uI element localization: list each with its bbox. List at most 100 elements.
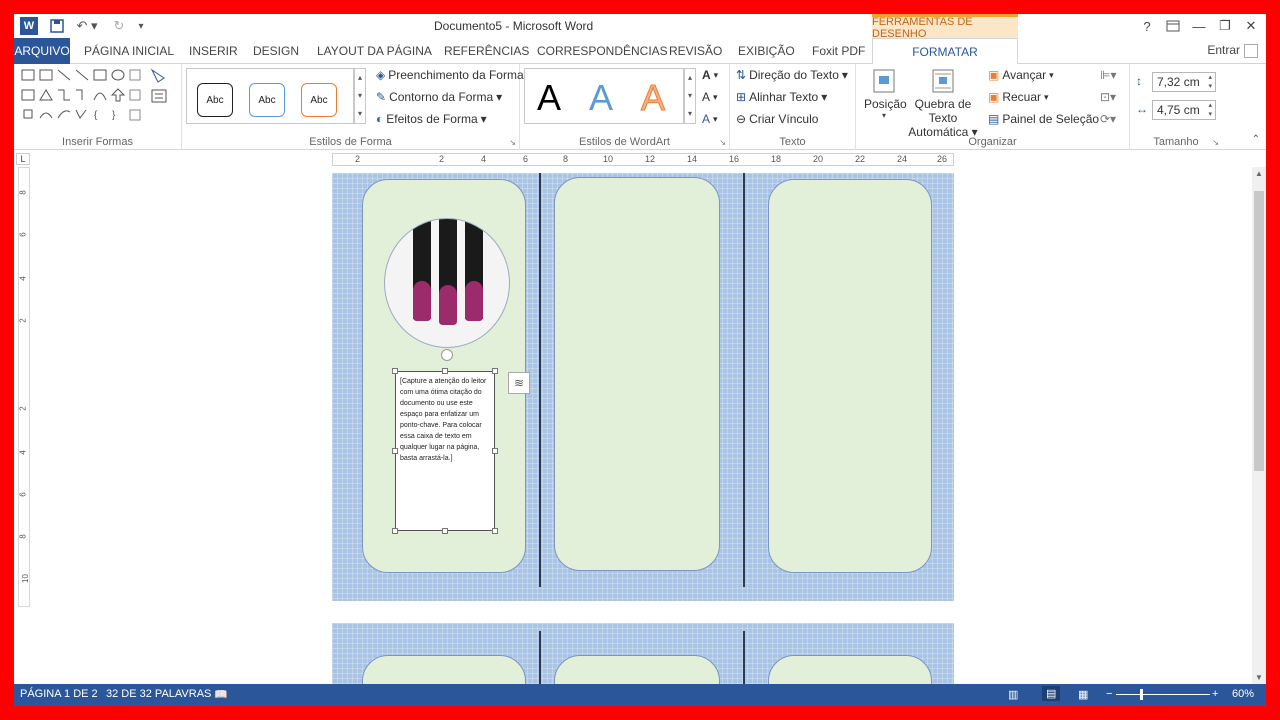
tab-referencias[interactable]: REFERÊNCIAS xyxy=(444,38,529,64)
wordart-dialog-launcher-icon[interactable]: ↘ xyxy=(719,138,726,147)
text-direction-button[interactable]: ⇅ Direção do Texto ▾ xyxy=(736,68,848,82)
close-button[interactable]: ✕ xyxy=(1238,16,1264,36)
resize-handle[interactable] xyxy=(492,368,498,374)
shape-fill-button[interactable]: ◈ Preenchimento da Forma▾ xyxy=(376,68,533,82)
resize-handle[interactable] xyxy=(492,528,498,534)
brochure-panel-middle[interactable] xyxy=(554,655,720,684)
proofing-icon[interactable]: 📖 xyxy=(214,688,228,701)
tab-exibicao[interactable]: EXIBIÇÃO xyxy=(738,38,795,64)
sign-in-link[interactable]: Entrar xyxy=(1207,43,1240,57)
bring-forward-label: Avançar xyxy=(1002,68,1047,82)
wordart-style-black[interactable]: A xyxy=(537,77,561,119)
zoom-slider[interactable] xyxy=(1116,694,1210,695)
account-icon[interactable] xyxy=(1244,44,1258,58)
shape-style-2[interactable]: Abc xyxy=(249,83,285,117)
dialog-launcher-icon[interactable]: ↘ xyxy=(509,138,516,147)
group-objects-icon[interactable]: ⊡▾ xyxy=(1100,90,1116,104)
vertical-ruler[interactable]: 8 6 4 2 2 4 6 8 10 xyxy=(18,167,30,607)
rotate-objects-icon[interactable]: ⟳▾ xyxy=(1100,112,1116,126)
position-button[interactable]: Posição ▾ xyxy=(864,68,907,128)
tab-layout-da-pagina[interactable]: LAYOUT DA PÁGINA xyxy=(317,38,432,64)
resize-handle[interactable] xyxy=(392,368,398,374)
align-objects-icon[interactable]: ⊫▾ xyxy=(1100,68,1116,82)
shapes-gallery-icon[interactable]: { } xyxy=(20,68,152,126)
group-organizar: Posição ▾ Quebra de Texto Automática ▾ ▣… xyxy=(856,64,1130,150)
wordart-scroll-icon[interactable]: ▴ ▾ ▾ xyxy=(684,68,696,124)
tab-revisao[interactable]: REVISÃO xyxy=(669,38,722,64)
zoom-in-button[interactable]: + xyxy=(1212,688,1218,700)
page-count[interactable]: PÁGINA 1 DE 2 xyxy=(20,688,98,700)
print-layout-icon[interactable]: ▤ xyxy=(1042,686,1061,701)
save-icon[interactable] xyxy=(48,17,66,35)
restore-button[interactable]: ❐ xyxy=(1212,16,1238,36)
tab-arquivo[interactable]: ARQUIVO xyxy=(14,38,70,64)
resize-handle[interactable] xyxy=(442,528,448,534)
text-outline-icon[interactable]: A ▾ xyxy=(702,90,718,104)
shape-styles-gallery: Abc Abc Abc xyxy=(186,68,354,124)
selection-pane-button[interactable]: ▤ Painel de Seleção xyxy=(988,112,1099,126)
redo-icon[interactable]: ↻ xyxy=(110,17,128,35)
layout-options-icon[interactable]: ≋ xyxy=(508,372,530,394)
height-spinner-icon[interactable]: ▴ ▾ xyxy=(1208,73,1212,91)
resize-handle[interactable] xyxy=(392,448,398,454)
collapse-ribbon-icon[interactable]: ⌃ xyxy=(1252,134,1260,145)
wordart-style-blue[interactable]: A xyxy=(589,77,613,119)
edit-shape-icon[interactable] xyxy=(150,68,174,108)
shape-effects-button[interactable]: ◐ Efeitos de Forma ▾ xyxy=(376,112,487,126)
shape-style-3[interactable]: Abc xyxy=(301,83,337,117)
zoom-level[interactable]: 60% xyxy=(1232,688,1254,700)
shape-style-1[interactable]: Abc xyxy=(197,83,233,117)
quote-text-box[interactable]: [Capture a atenção do leitor com uma óti… xyxy=(395,371,495,531)
rotate-handle-icon[interactable] xyxy=(441,349,453,361)
brochure-panel-right[interactable] xyxy=(768,179,932,573)
read-mode-icon[interactable]: ▥ xyxy=(1008,688,1018,701)
page-1[interactable]: [Capture a atenção do leitor com uma óti… xyxy=(332,173,954,601)
create-link-button[interactable]: ⊖ Criar Vínculo xyxy=(736,112,818,126)
scroll-down-icon[interactable]: ▼ xyxy=(1255,673,1263,682)
page-2[interactable] xyxy=(332,623,954,684)
shape-outline-button[interactable]: ✎ Contorno da Forma ▾ xyxy=(376,90,502,104)
send-backward-button[interactable]: ▣ Recuar ▾ xyxy=(988,90,1049,104)
gallery-scroll-icon[interactable]: ▴ ▾ ▾ xyxy=(354,68,366,124)
align-text-button[interactable]: ⊞ Alinhar Texto ▾ xyxy=(736,90,827,104)
brochure-panel-left[interactable] xyxy=(362,655,526,684)
help-button[interactable]: ? xyxy=(1134,16,1160,36)
tab-inserir[interactable]: INSERIR xyxy=(189,38,238,64)
quote-text[interactable]: [Capture a atenção do leitor com uma óti… xyxy=(400,376,490,464)
tab-design[interactable]: DESIGN xyxy=(253,38,299,64)
scrollbar-thumb[interactable] xyxy=(1254,191,1264,471)
brochure-panel-right[interactable] xyxy=(768,655,932,684)
size-dialog-launcher-icon[interactable]: ↘ xyxy=(1212,138,1219,147)
bring-forward-button[interactable]: ▣ Avançar ▾ xyxy=(988,68,1054,82)
undo-icon[interactable]: ↶ ▾ xyxy=(74,17,100,35)
word-count[interactable]: 32 DE 32 PALAVRAS xyxy=(106,688,211,700)
tab-foxit-pdf[interactable]: Foxit PDF xyxy=(812,38,865,64)
lipstick-photo[interactable] xyxy=(384,218,510,348)
web-layout-icon[interactable]: ▦ xyxy=(1078,688,1088,701)
text-effects-icon[interactable]: A ▾ xyxy=(702,112,718,126)
scroll-up-icon[interactable]: ▲ xyxy=(1255,169,1263,178)
width-spinner-icon[interactable]: ▴ ▾ xyxy=(1208,101,1212,119)
wrap-text-button[interactable]: Quebra de Texto Automática ▾ xyxy=(900,68,986,139)
ribbon-display-options-icon[interactable] xyxy=(1160,16,1186,36)
brochure-panel-middle[interactable] xyxy=(554,177,720,571)
vertical-scrollbar[interactable]: ▲ ▼ xyxy=(1252,167,1266,684)
wordart-style-orange[interactable]: A xyxy=(640,77,665,119)
text-fill-icon[interactable]: A ▾ xyxy=(702,68,718,82)
ruler-tick: 10 xyxy=(603,154,614,164)
tab-selector[interactable]: L xyxy=(16,153,30,165)
resize-handle[interactable] xyxy=(442,368,448,374)
minimize-button[interactable]: — xyxy=(1186,16,1212,36)
horizontal-ruler[interactable]: 2 2 4 6 8 10 12 14 16 18 20 22 24 26 xyxy=(332,153,954,166)
tab-pagina-inicial[interactable]: PÁGINA INICIAL xyxy=(84,38,174,64)
resize-handle[interactable] xyxy=(392,528,398,534)
column-divider xyxy=(539,631,541,684)
zoom-slider-thumb[interactable] xyxy=(1140,689,1143,700)
customize-quick-access-icon[interactable]: ▾ xyxy=(134,17,148,35)
zoom-out-button[interactable]: − xyxy=(1106,688,1112,700)
shape-width-input[interactable]: 4,75 cm ▴ ▾ xyxy=(1152,100,1216,120)
tab-correspondencias[interactable]: CORRESPONDÊNCIAS xyxy=(537,38,668,64)
tab-formatar[interactable]: FORMATAR xyxy=(872,38,1018,65)
resize-handle[interactable] xyxy=(492,448,498,454)
shape-height-input[interactable]: 7,32 cm ▴ ▾ xyxy=(1152,72,1216,92)
